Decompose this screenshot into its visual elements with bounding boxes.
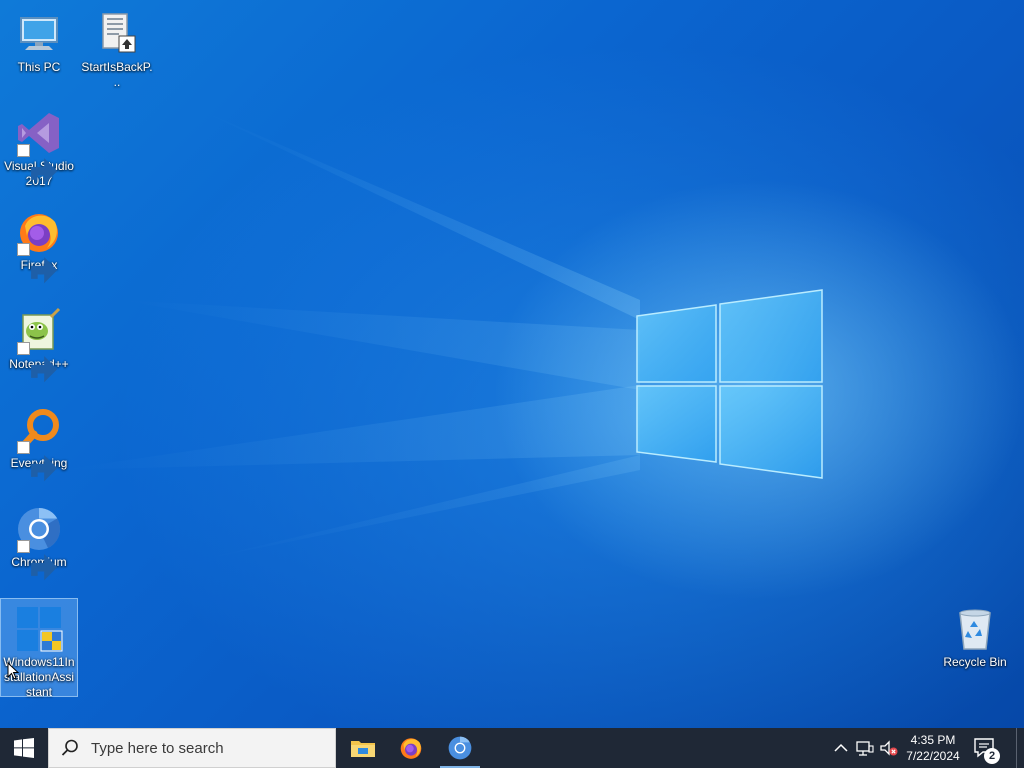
taskbar: 4:35 PM 7/22/2024 2 xyxy=(0,728,1024,768)
desktop-icon-recycle-bin[interactable]: Recycle Bin xyxy=(937,599,1013,670)
recycle-bin-icon xyxy=(951,605,999,653)
shortcut-arrow-icon xyxy=(17,243,58,284)
installer-file-icon xyxy=(93,10,141,58)
desktop-icon-everything[interactable]: Everything xyxy=(1,400,77,482)
this-pc-icon xyxy=(15,10,63,58)
notepad-plus-plus-icon xyxy=(15,307,63,383)
windows-start-icon xyxy=(14,738,34,758)
desktop-icon-firefox[interactable]: Firefox xyxy=(1,202,77,284)
shortcut-arrow-icon xyxy=(17,441,58,482)
search-icon xyxy=(61,739,78,756)
clock-date: 7/22/2024 xyxy=(906,749,960,763)
search-input[interactable] xyxy=(89,738,323,758)
shortcut-arrow-icon xyxy=(17,540,58,581)
wallpaper-windows-logo xyxy=(636,289,823,479)
taskbar-app-firefox[interactable] xyxy=(387,728,435,768)
desktop-icon-this-pc[interactable]: This PC xyxy=(1,4,77,75)
taskbar-app-file-explorer[interactable] xyxy=(339,728,387,768)
desktop-icon-visual-studio[interactable]: Visual Studio 2017 xyxy=(1,103,77,189)
start-button[interactable] xyxy=(0,728,48,768)
shortcut-arrow-icon xyxy=(17,342,58,383)
chromium-icon xyxy=(448,736,472,760)
desktop-icon-startisback[interactable]: StartIsBackP... xyxy=(79,4,155,90)
firefox-icon xyxy=(400,738,422,759)
network-icon[interactable] xyxy=(855,738,875,758)
clock-time: 4:35 PM xyxy=(910,733,956,747)
desktop-icon-chromium[interactable]: Chromium xyxy=(1,499,77,581)
show-desktop-button[interactable] xyxy=(1016,728,1024,768)
volume-muted-icon[interactable] xyxy=(879,738,899,758)
taskbar-search-box[interactable] xyxy=(48,728,336,768)
taskbar-app-chromium[interactable] xyxy=(436,728,484,768)
windows11-assistant-icon xyxy=(15,605,63,653)
everything-search-icon xyxy=(15,406,63,482)
shortcut-arrow-icon xyxy=(17,144,58,185)
desktop-icon-windows11-installation-assistant[interactable]: Windows11InstallationAssistant xyxy=(0,598,78,699)
desktop-icon-label: StartIsBackP... xyxy=(81,60,153,89)
system-clock[interactable]: 4:35 PM 7/22/2024 xyxy=(900,732,966,764)
file-explorer-icon xyxy=(351,741,375,757)
chromium-icon xyxy=(15,505,63,581)
notification-count-badge: 2 xyxy=(984,748,1000,764)
chevron-up-icon[interactable] xyxy=(831,738,851,758)
desktop-icon-label: Recycle Bin xyxy=(943,655,1007,669)
visual-studio-icon xyxy=(15,109,63,185)
mouse-cursor-icon xyxy=(7,662,19,680)
firefox-icon xyxy=(15,208,63,284)
desktop-icon-notepad-plus-plus[interactable]: Notepad++ xyxy=(1,301,77,383)
desktop[interactable]: This PC StartIsBackP... Visual Studio 20… xyxy=(0,0,1024,728)
desktop-icon-label: This PC xyxy=(17,60,61,74)
